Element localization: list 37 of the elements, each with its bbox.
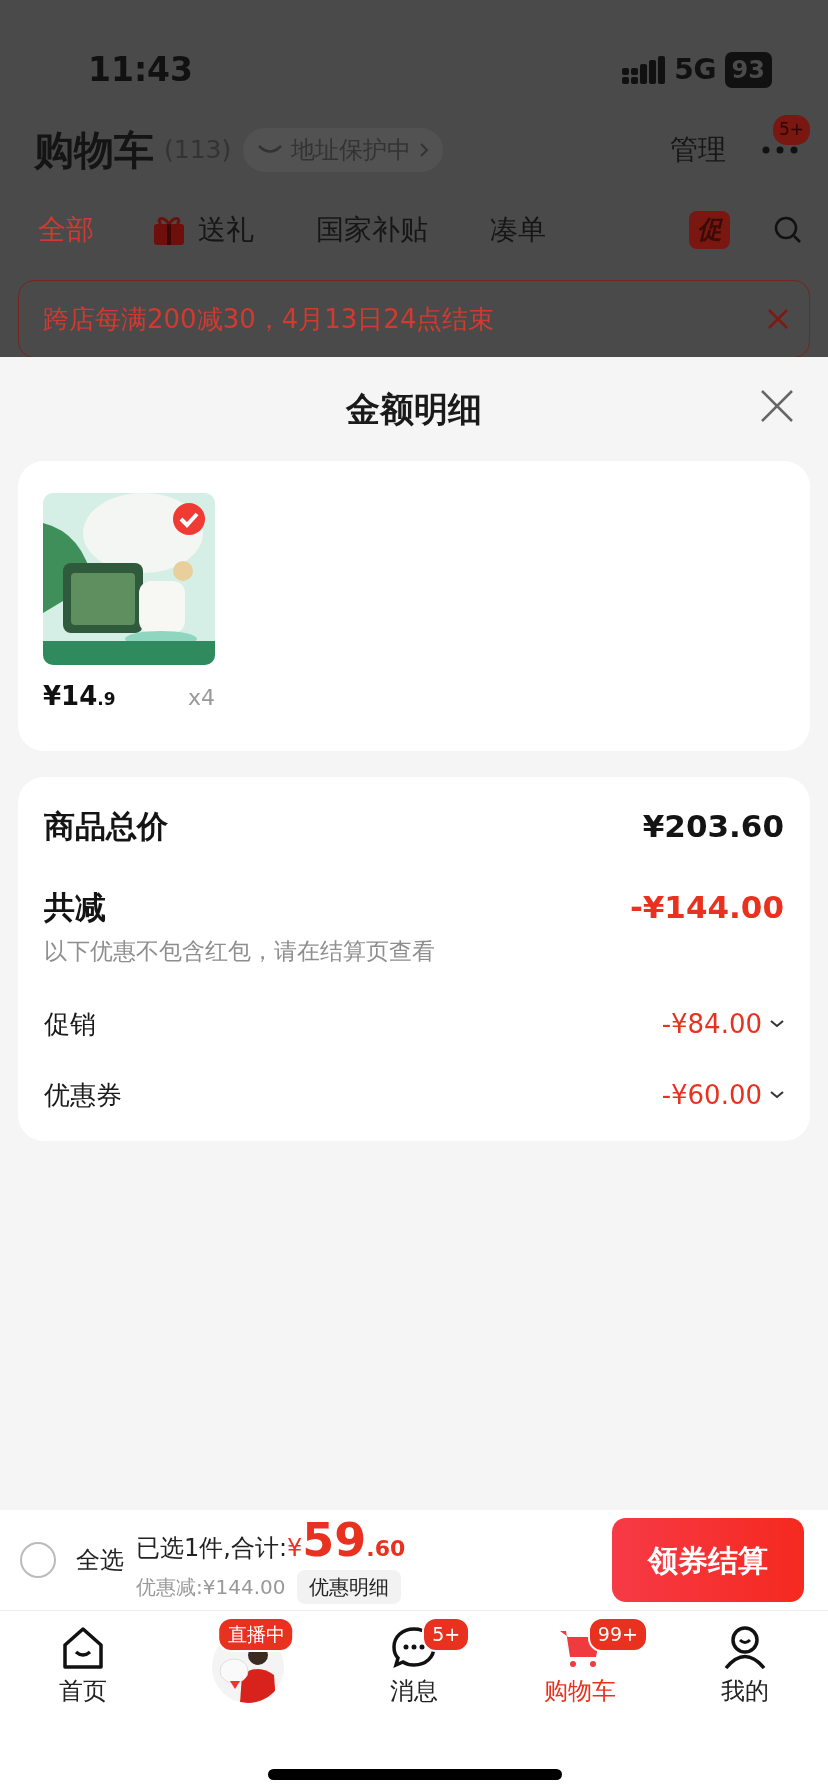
- select-all-label: 全选: [76, 1545, 124, 1576]
- total-value: ¥203.60: [642, 807, 784, 846]
- discount-value: -¥144.00: [629, 887, 784, 927]
- network-label: 5G: [674, 52, 717, 88]
- chevron-right-icon: [419, 142, 430, 158]
- more-icon[interactable]: [762, 145, 798, 155]
- nav-badge: 直播中: [217, 1617, 295, 1652]
- nav-tab[interactable]: 我的: [715, 1611, 776, 1717]
- home-icon: [60, 1625, 105, 1669]
- search-icon[interactable]: [774, 216, 802, 244]
- sheet-title: 金额明细: [346, 387, 482, 431]
- notification-badge: 5+: [772, 115, 810, 145]
- battery-indicator: 93: [724, 52, 772, 88]
- nav-tab[interactable]: 首页: [52, 1611, 113, 1717]
- user-icon: [723, 1625, 768, 1669]
- total-price: ¥59.60: [287, 1516, 406, 1566]
- product-price: ¥14.9: [43, 680, 116, 713]
- total-label: 商品总价: [44, 807, 168, 846]
- selected-summary: 已选1件,合计:: [136, 1532, 287, 1564]
- discount-row[interactable]: 优惠券 -¥60.00: [44, 1075, 784, 1115]
- signal-icon: [622, 56, 667, 84]
- discount-amount: 优惠减:¥144.00: [136, 1573, 286, 1601]
- chevron-down-icon: [770, 1020, 784, 1028]
- checkout-button[interactable]: 领券结算: [612, 1518, 804, 1602]
- discount-details-button[interactable]: 优惠明细: [297, 1569, 402, 1604]
- discount-label: 共减: [44, 887, 106, 927]
- select-all-checkbox[interactable]: [20, 1542, 56, 1578]
- close-icon[interactable]: [760, 389, 794, 423]
- status-time: 11:43: [88, 49, 194, 92]
- discount-note: 以下优惠不包含红包，请在结算页查看: [44, 937, 436, 966]
- discount-row[interactable]: 促销 -¥84.00: [44, 1004, 784, 1044]
- promo-text: 跨店每满200减30，4月13日24点结束: [43, 302, 495, 336]
- nav-badge: 99+: [587, 1617, 648, 1652]
- product-quantity: x4: [187, 684, 215, 712]
- chevron-down-icon: [770, 1091, 784, 1099]
- gift-icon: [152, 214, 186, 246]
- nav-badge: 5+: [422, 1617, 471, 1652]
